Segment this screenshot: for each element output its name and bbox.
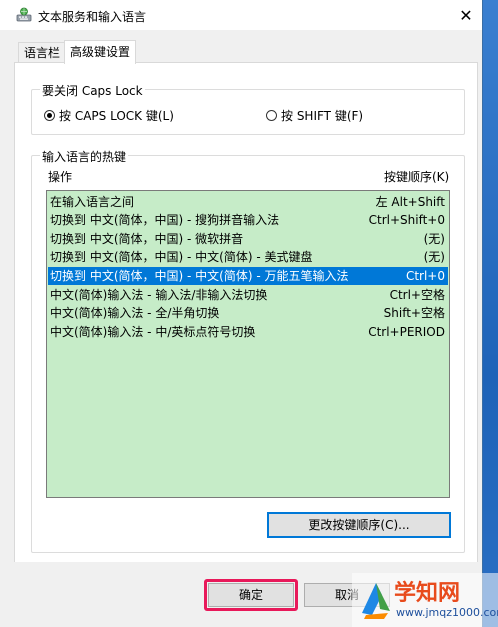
column-header-key-sequence: 按键顺序(K) — [384, 170, 450, 184]
radio-label: 按 SHIFT 键(F) — [281, 109, 364, 123]
radio-shift[interactable]: 按 SHIFT 键(F) — [266, 107, 363, 124]
keyboard-app-icon — [16, 7, 32, 22]
change-key-sequence-button[interactable]: 更改按键顺序(C)... — [267, 512, 451, 538]
close-button[interactable]: ✕ — [452, 2, 480, 28]
list-item-action: 切换到 中文(简体，中国) - 搜狗拼音输入法 — [50, 213, 280, 227]
list-item-action: 中文(简体)输入法 - 输入法/非输入法切换 — [50, 288, 268, 302]
list-item-action: 在输入语言之间 — [50, 195, 135, 209]
list-item-action: 切换到 中文(简体，中国) - 中文(简体) - 万能五笔输入法 — [50, 269, 349, 283]
watermark: 学知网 www.jmqz1000.com — [352, 573, 498, 627]
list-item-keys: Ctrl+空格 — [389, 288, 445, 302]
list-item[interactable]: 中文(简体)输入法 - 输入法/非输入法切换 Ctrl+空格 — [48, 286, 448, 304]
radio-caps-lock[interactable]: 按 CAPS LOCK 键(L) — [44, 107, 174, 124]
list-item-action: 中文(简体)输入法 - 中/英标点符号切换 — [50, 325, 256, 339]
list-item-keys: Ctrl+PERIOD — [368, 325, 445, 339]
list-item[interactable]: 在输入语言之间 左 Alt+Shift — [48, 193, 448, 211]
hotkey-list[interactable]: 在输入语言之间 左 Alt+Shift 切换到 中文(简体，中国) - 搜狗拼音… — [46, 190, 450, 498]
window-title: 文本服务和输入语言 — [38, 10, 147, 24]
watermark-url: www.jmqz1000.com — [396, 606, 498, 619]
tab-language-bar[interactable]: 语言栏 — [18, 42, 67, 63]
list-item-action: 切换到 中文(简体，中国) - 微软拼音 — [50, 232, 244, 246]
radio-unchecked-icon — [266, 110, 277, 121]
list-item[interactable]: 中文(简体)输入法 - 中/英标点符号切换 Ctrl+PERIOD — [48, 323, 448, 341]
watermark-title: 学知网 — [394, 581, 461, 606]
list-item[interactable]: 切换到 中文(简体，中国) - 搜狗拼音输入法 Ctrl+Shift+0 — [48, 211, 448, 229]
list-item-keys: (无) — [423, 232, 445, 246]
watermark-logo-icon — [362, 583, 390, 619]
list-item-action: 中文(简体)输入法 - 全/半角切换 — [50, 306, 220, 320]
list-item-selected[interactable]: 切换到 中文(简体，中国) - 中文(简体) - 万能五笔输入法 Ctrl+0 — [48, 267, 448, 285]
list-item[interactable]: 切换到 中文(简体，中国) - 中文(简体) - 美式键盘 (无) — [48, 248, 448, 266]
list-item[interactable]: 切换到 中文(简体，中国) - 微软拼音 (无) — [48, 230, 448, 248]
list-item-keys: Shift+空格 — [383, 306, 445, 320]
list-item-keys: 左 Alt+Shift — [375, 195, 445, 209]
highlight-annotation — [204, 579, 298, 611]
close-icon: ✕ — [459, 5, 473, 25]
list-item-action: 切换到 中文(简体，中国) - 中文(简体) - 美式键盘 — [50, 250, 313, 264]
column-header-action: 操作 — [48, 170, 73, 184]
text-services-dialog: 文本服务和输入语言 ✕ 语言栏 高级键设置 要关闭 Caps Lock 按 CA… — [0, 0, 483, 627]
tab-advanced-key-settings[interactable]: 高级键设置 — [64, 40, 137, 64]
list-item-keys: Ctrl+Shift+0 — [368, 213, 445, 227]
button-label: 更改按键顺序(C)... — [308, 518, 410, 532]
desktop-background — [482, 0, 498, 627]
caps-lock-group: 要关闭 Caps Lock 按 CAPS LOCK 键(L) 按 SHIFT 键… — [31, 82, 465, 135]
list-item[interactable]: 中文(简体)输入法 - 全/半角切换 Shift+空格 — [48, 304, 448, 322]
tab-label: 语言栏 — [24, 46, 61, 60]
radio-label: 按 CAPS LOCK 键(L) — [59, 109, 174, 123]
list-item-keys: Ctrl+0 — [405, 269, 445, 283]
list-item-keys: (无) — [423, 250, 445, 264]
radio-checked-icon — [44, 110, 55, 121]
group-legend: 要关闭 Caps Lock — [40, 82, 145, 99]
tab-label: 高级键设置 — [70, 45, 131, 59]
title-bar: 文本服务和输入语言 ✕ — [0, 0, 482, 30]
group-legend: 输入语言的热键 — [40, 148, 129, 165]
